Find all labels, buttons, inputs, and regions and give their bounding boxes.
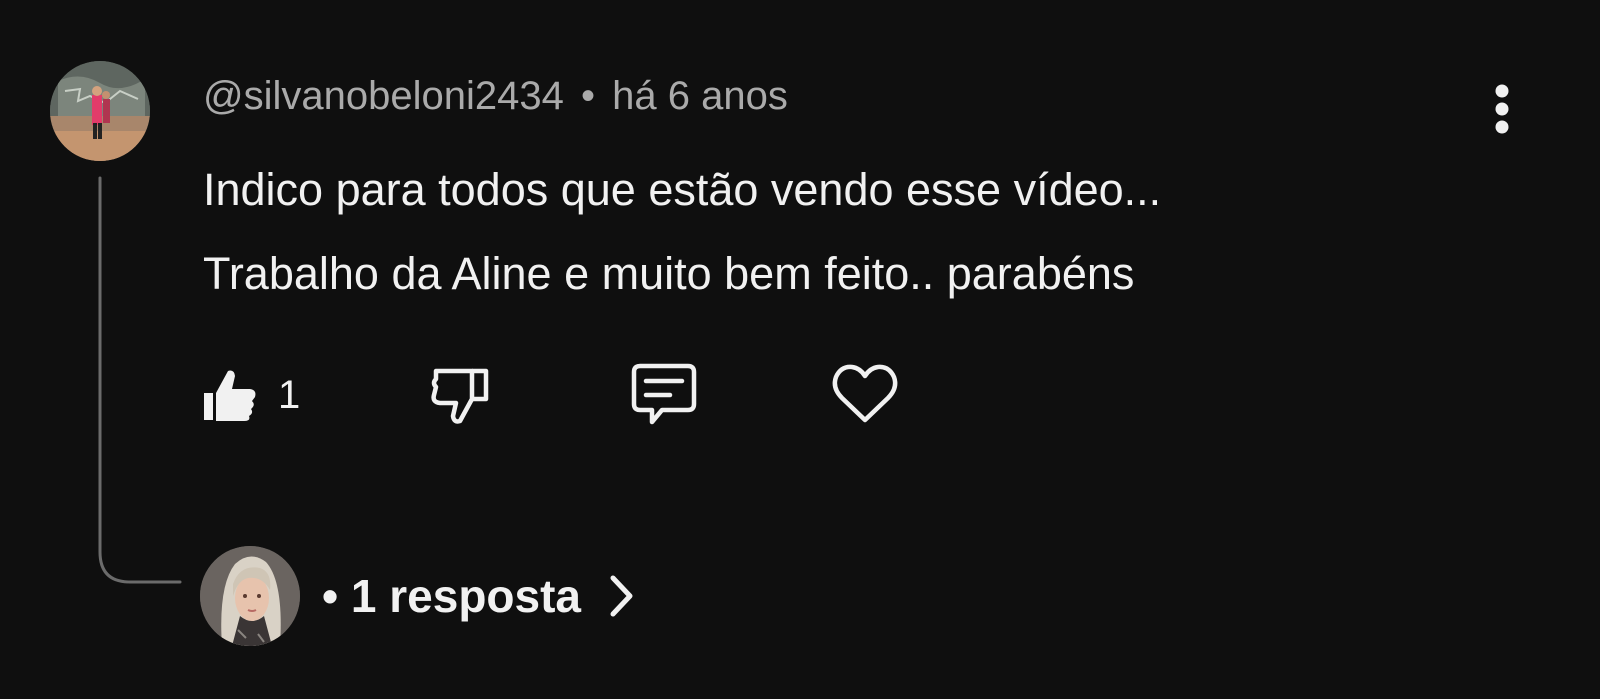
thumbs-up-filled-icon xyxy=(204,370,256,421)
comment-text-line: Indico para todos que estão vendo esse v… xyxy=(203,164,1162,215)
meta-separator: • xyxy=(580,74,595,118)
replies-count-label: • 1 resposta xyxy=(322,570,581,622)
reply-button[interactable] xyxy=(630,362,698,428)
heart-outline-icon xyxy=(832,364,898,423)
like-button[interactable]: 1 xyxy=(200,362,300,428)
more-options-button[interactable] xyxy=(1472,80,1532,146)
reply-author-avatar xyxy=(200,546,300,646)
comment-text: Indico para todos que estão vendo esse v… xyxy=(203,148,1453,316)
view-replies-button[interactable]: • 1 resposta xyxy=(200,546,637,646)
more-vert-icon xyxy=(1495,84,1509,134)
author-avatar-image xyxy=(50,61,150,161)
like-count: 1 xyxy=(278,372,301,417)
comment-meta: @silvanobeloni2434 • há 6 anos xyxy=(203,72,788,120)
author-avatar[interactable] xyxy=(50,61,150,161)
comment-timestamp[interactable]: há 6 anos xyxy=(612,74,788,118)
comment-thread: @silvanobeloni2434 • há 6 anos Indico pa… xyxy=(0,0,1600,699)
heart-button[interactable] xyxy=(830,362,900,428)
thumbs-down-outline-icon xyxy=(431,368,489,424)
author-handle[interactable]: @silvanobeloni2434 xyxy=(203,74,564,118)
comment-text-line: Trabalho da Aline e muito bem feito.. pa… xyxy=(203,248,1135,299)
dislike-button[interactable] xyxy=(428,362,492,428)
reply-avatar-image xyxy=(200,546,300,646)
chevron-right-icon xyxy=(607,573,637,619)
comment-reply-icon xyxy=(631,363,697,425)
